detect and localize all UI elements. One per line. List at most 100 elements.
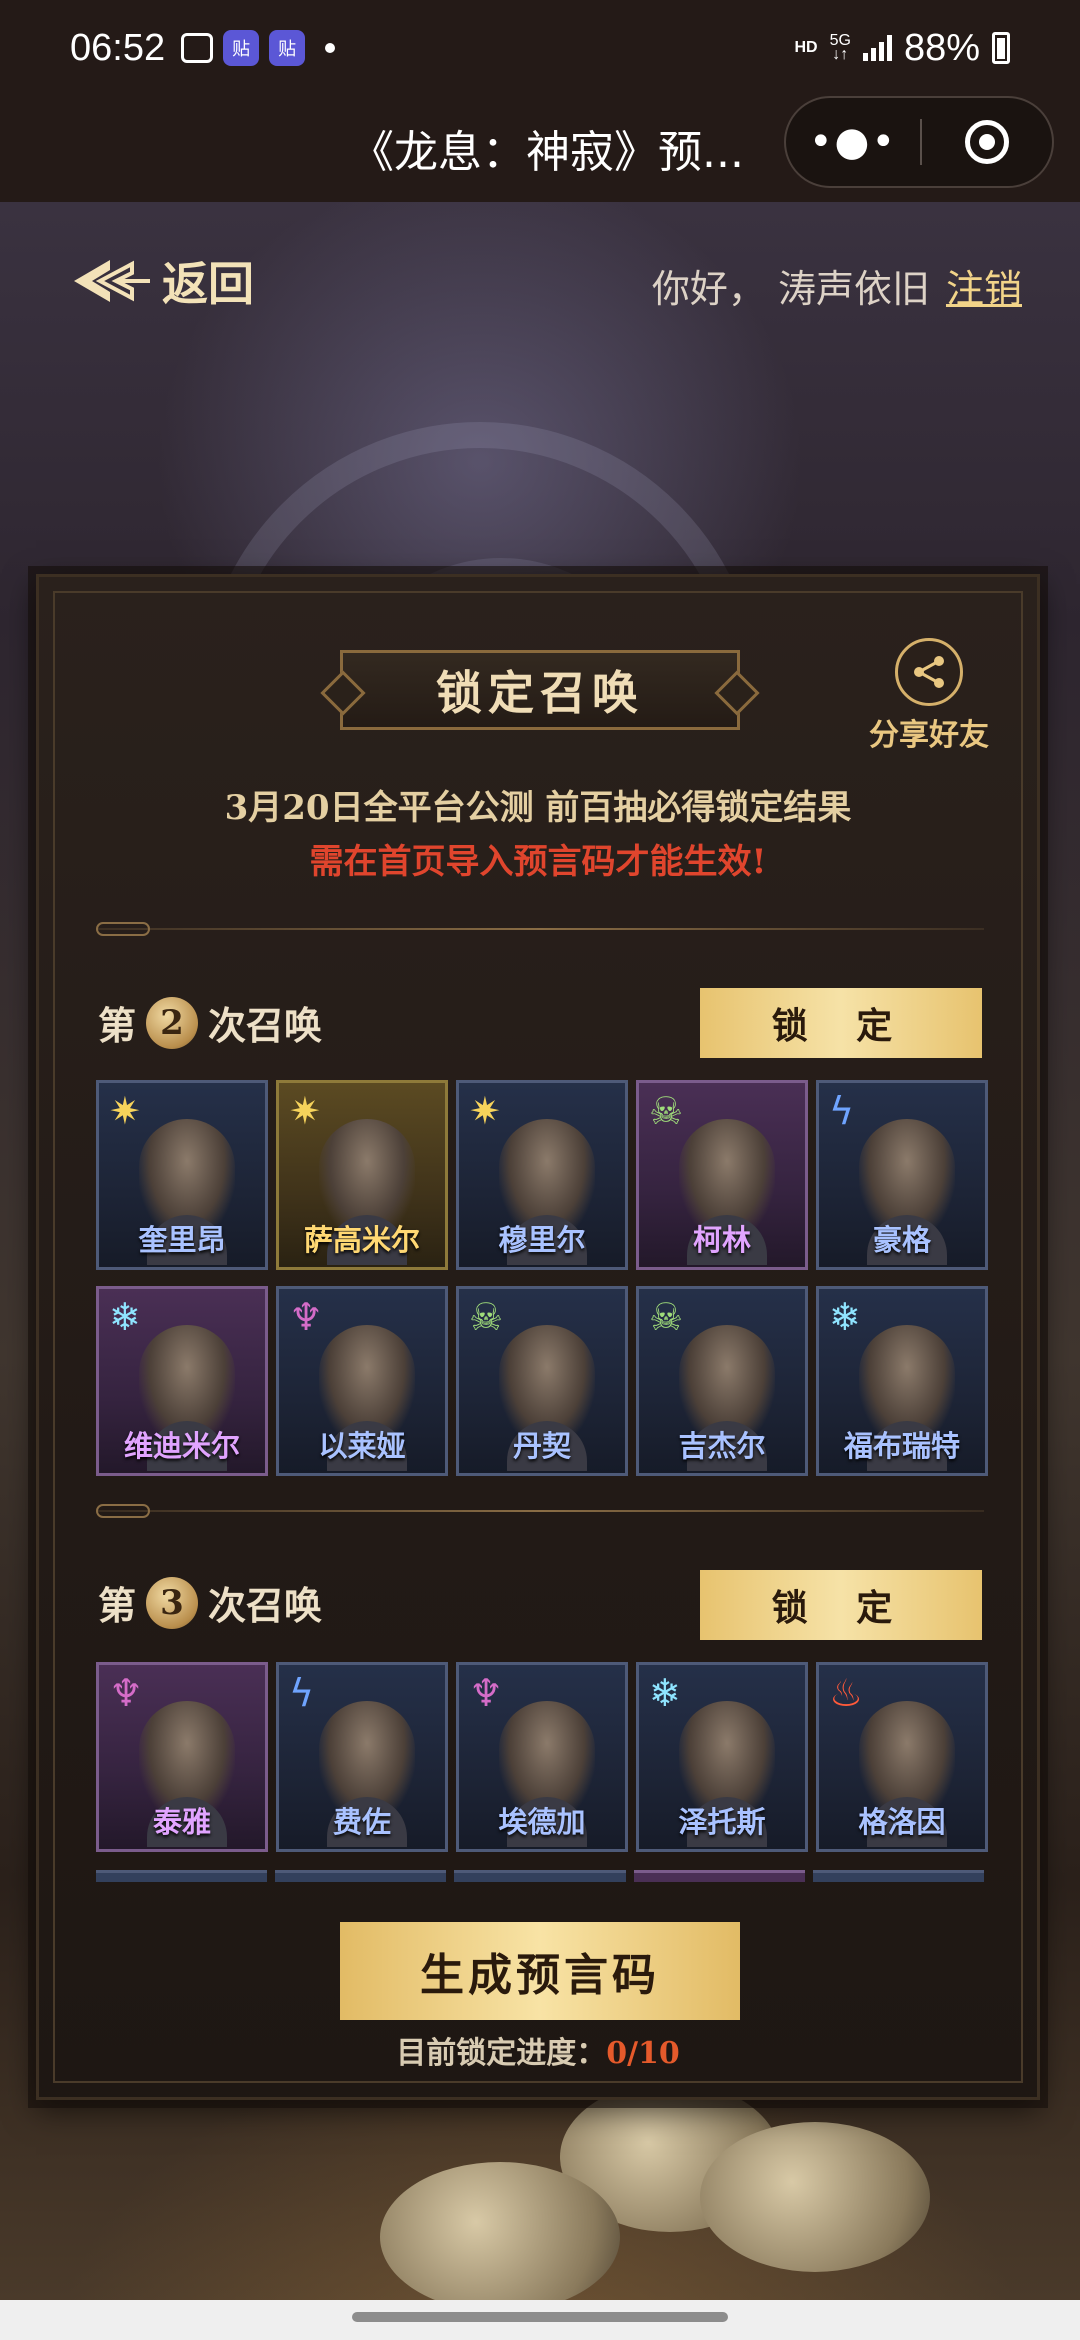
hd-indicator: HD bbox=[794, 39, 818, 56]
hero-name: 泰雅 bbox=[152, 1805, 211, 1839]
capsule-menu: •●• bbox=[784, 96, 1054, 188]
hero-name: 萨高米尔 bbox=[303, 1223, 420, 1257]
hero-card-partial bbox=[275, 1870, 447, 1882]
hero-card[interactable]: ✷ 萨高米尔 bbox=[276, 1080, 448, 1270]
share-button[interactable]: 分享好友 bbox=[864, 638, 994, 754]
lock-progress: 目前锁定进度：0/10 bbox=[36, 2028, 1040, 2072]
signal-icon bbox=[862, 35, 892, 61]
progress-value: 0/10 bbox=[606, 2036, 680, 2071]
round-suffix: 次召唤 bbox=[208, 1583, 323, 1628]
hero-card-partial bbox=[454, 1870, 626, 1882]
demon-element-icon: ♆ bbox=[469, 1671, 504, 1715]
lightning-element-icon: ϟ bbox=[289, 1671, 315, 1715]
hero-card[interactable]: ❄ 福布瑞特 bbox=[816, 1286, 988, 1476]
close-miniprogram-button[interactable] bbox=[922, 120, 1052, 164]
demon-element-icon: ♆ bbox=[289, 1295, 324, 1339]
hero-card[interactable]: ☠ 柯林 bbox=[636, 1080, 808, 1270]
tieba-icon: 贴 bbox=[223, 30, 260, 66]
hero-card[interactable]: ϟ 豪格 bbox=[816, 1080, 988, 1270]
back-button[interactable]: 返回 bbox=[70, 248, 254, 314]
hero-name: 泽托斯 bbox=[678, 1805, 766, 1839]
round-label: 第 2 次召唤 bbox=[98, 995, 322, 1050]
hero-card-partial bbox=[633, 1870, 805, 1882]
panel-title-plate: 锁定召唤 bbox=[340, 650, 740, 730]
sun-element-icon: ✷ bbox=[289, 1089, 321, 1133]
hero-card[interactable]: ✷ 穆里尔 bbox=[456, 1080, 628, 1270]
hero-card[interactable]: ♆ 埃德加 bbox=[456, 1662, 628, 1852]
target-close-icon bbox=[965, 120, 1009, 164]
hero-name: 吉杰尔 bbox=[678, 1429, 766, 1463]
hero-name: 穆里尔 bbox=[498, 1223, 586, 1257]
hero-name: 柯林 bbox=[692, 1223, 751, 1257]
hero-card[interactable]: ❄ 泽托斯 bbox=[636, 1662, 808, 1852]
frost-element-icon: ❄ bbox=[109, 1295, 141, 1339]
status-right: HD 5G ↓↑ 88% bbox=[794, 27, 1010, 70]
hero-card[interactable]: ϟ 费佐 bbox=[276, 1662, 448, 1852]
hero-card[interactable]: ☠ 吉杰尔 bbox=[636, 1286, 808, 1476]
lock-button[interactable]: 锁 定 bbox=[700, 1570, 982, 1640]
generate-code-button[interactable]: 生成预言码 bbox=[340, 1922, 740, 2020]
network-5g-label: 5G bbox=[829, 32, 851, 49]
warning-text: 需在首页导入预言码才能生效! bbox=[309, 842, 767, 882]
hero-name: 以莱娅 bbox=[318, 1429, 406, 1463]
hero-card[interactable]: ❄ 维迪米尔 bbox=[96, 1286, 268, 1476]
back-label: 返回 bbox=[162, 257, 254, 311]
frost-element-icon: ❄ bbox=[829, 1295, 861, 1339]
hero-card-row: ❄ 维迪米尔 ♆ 以莱娅 ☠ 丹契 ☠ 吉杰尔 ❄ 福布瑞特 bbox=[96, 1286, 988, 1476]
coin-art bbox=[700, 2122, 930, 2272]
page-title: 《龙息：神寂》预... bbox=[350, 127, 744, 178]
round-prefix: 第 bbox=[98, 1583, 137, 1628]
divider bbox=[96, 1504, 984, 1518]
hero-card-partial bbox=[96, 1870, 268, 1882]
more-notifications-icon bbox=[325, 43, 336, 53]
round-suffix: 次召唤 bbox=[208, 1003, 323, 1048]
hero-card[interactable]: ♨ 格洛因 bbox=[816, 1662, 988, 1852]
lock-button[interactable]: 锁 定 bbox=[700, 988, 982, 1058]
gallery-icon bbox=[181, 33, 214, 63]
hero-card[interactable]: ♆ 泰雅 bbox=[96, 1662, 268, 1852]
divider bbox=[96, 922, 984, 936]
hero-card-row-partial bbox=[96, 1870, 985, 1882]
progress-label: 目前锁定进度： bbox=[396, 2036, 607, 2071]
coin-art bbox=[380, 2162, 620, 2312]
battery-percent: 88% bbox=[903, 26, 980, 69]
fire-element-icon: ♨ bbox=[829, 1671, 864, 1715]
frost-element-icon: ❄ bbox=[649, 1671, 681, 1715]
hero-name: 奎里昂 bbox=[138, 1223, 226, 1257]
back-arrow-icon bbox=[74, 260, 150, 302]
sun-element-icon: ✷ bbox=[469, 1089, 501, 1133]
notice-text: 3月20日全平台公测 前百抽必得锁定结果 bbox=[224, 788, 852, 828]
hero-card[interactable]: ✷ 奎里昂 bbox=[96, 1080, 268, 1270]
share-label: 分享好友 bbox=[869, 718, 989, 753]
skull-element-icon: ☠ bbox=[469, 1295, 504, 1339]
notification-icons: 贴 贴 bbox=[181, 30, 336, 66]
demon-element-icon: ♆ bbox=[109, 1671, 144, 1715]
panel-title: 锁定召唤 bbox=[436, 666, 644, 720]
title-bar: 《龙息：神寂》预... •●• bbox=[0, 96, 1080, 202]
hero-card-row: ✷ 奎里昂 ✷ 萨高米尔 ✷ 穆里尔 ☠ 柯林 ϟ 豪格 bbox=[96, 1080, 988, 1270]
hero-name: 福布瑞特 bbox=[843, 1429, 960, 1463]
hero-card-row: ♆ 泰雅 ϟ 费佐 ♆ 埃德加 ❄ 泽托斯 ♨ 格洛因 bbox=[96, 1662, 988, 1852]
logout-link[interactable]: 注销 bbox=[946, 258, 1022, 313]
status-bar: 06:52 贴 贴 HD 5G ↓↑ 88% bbox=[0, 0, 1080, 96]
home-indicator[interactable] bbox=[352, 2312, 728, 2322]
more-dots-icon[interactable]: •●• bbox=[786, 119, 920, 165]
hero-name: 豪格 bbox=[872, 1223, 931, 1257]
status-time: 06:52 bbox=[70, 26, 166, 69]
battery-icon bbox=[992, 32, 1010, 64]
round-prefix: 第 bbox=[98, 1003, 137, 1048]
skull-element-icon: ☠ bbox=[649, 1295, 684, 1339]
network-5g-icon: 5G ↓↑ bbox=[829, 32, 851, 63]
hero-name: 费佐 bbox=[332, 1805, 391, 1839]
hero-card[interactable]: ♆ 以莱娅 bbox=[276, 1286, 448, 1476]
lightning-element-icon: ϟ bbox=[829, 1089, 855, 1133]
hero-card-partial bbox=[812, 1870, 985, 1882]
share-icon bbox=[895, 638, 963, 706]
tieba-icon: 贴 bbox=[269, 30, 306, 66]
hero-card[interactable]: ☠ 丹契 bbox=[456, 1286, 628, 1476]
round-number-badge: 3 bbox=[146, 1576, 199, 1629]
round-number-badge: 2 bbox=[146, 996, 199, 1049]
hero-name: 埃德加 bbox=[498, 1805, 586, 1839]
round-label: 第 3 次召唤 bbox=[98, 1575, 322, 1630]
hero-name: 丹契 bbox=[512, 1429, 571, 1463]
